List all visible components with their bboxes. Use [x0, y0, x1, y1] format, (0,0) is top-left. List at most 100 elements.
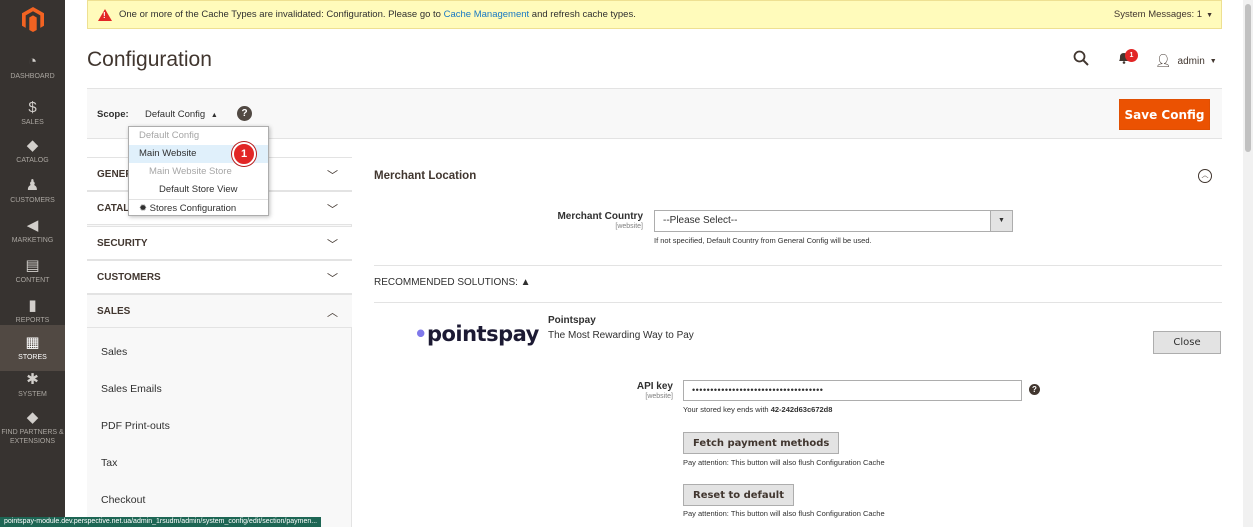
field-scope: [website] — [645, 393, 673, 400]
store-icon: ▦ — [25, 334, 40, 351]
message-text-before: One or more of the Cache Types are inval… — [119, 9, 444, 20]
gear-icon: ✱ — [26, 371, 39, 388]
message-text: One or more of the Cache Types are inval… — [119, 9, 636, 20]
scope-switcher[interactable]: Default Config ▲ — [145, 109, 218, 120]
scope-label: Scope: — [97, 109, 129, 120]
collapse-icon[interactable]: ︿ — [1198, 169, 1212, 183]
page-title: Configuration — [87, 48, 212, 71]
tab-label: SECURITY — [97, 238, 148, 249]
bar-chart-icon: ▮ — [28, 297, 37, 314]
scrollbar-thumb[interactable] — [1245, 4, 1251, 152]
save-config-button[interactable]: Save Config — [1119, 99, 1210, 130]
page-scrollbar[interactable] — [1243, 0, 1253, 527]
scope-option-main-website-store: Main Website Store — [149, 166, 232, 177]
api-key-input[interactable]: •••••••••••••••••••••••••••••••••••• — [683, 380, 1022, 401]
tab-item-tax[interactable]: Tax — [87, 445, 352, 482]
chevron-up-icon: ▲ — [210, 112, 218, 119]
stored-key-note: Your stored key ends with 42-242d63c672d… — [683, 405, 832, 414]
scope-dropdown: Default Config Main Website Main Website… — [128, 126, 269, 216]
section-title[interactable]: Merchant Location — [374, 170, 476, 182]
system-messages-toggle[interactable]: System Messages: 1 ▼ — [1114, 9, 1213, 20]
reset-to-default-button[interactable]: Reset to default — [683, 484, 794, 506]
dollar-icon: $ — [28, 99, 37, 116]
nav-label: CUSTOMERS — [10, 197, 55, 204]
tab-item-sales[interactable]: Sales — [87, 334, 352, 371]
admin-user-menu[interactable]: 👤︎ admin ▼ — [1155, 53, 1217, 69]
nav-label: CONTENT — [15, 277, 50, 284]
nav-label: CATALOG — [16, 157, 49, 164]
merchant-country-note: If not specified, Default Country from G… — [654, 236, 872, 245]
chevron-up-icon: ︿ — [327, 307, 338, 319]
nav-find-partners[interactable]: ◆ FIND PARTNERS & EXTENSIONS — [0, 404, 65, 450]
help-icon[interactable]: ? — [237, 106, 252, 121]
stored-key-suffix: 42-242d63c672d8 — [770, 405, 833, 414]
cache-management-link[interactable]: Cache Management — [444, 9, 530, 20]
recommended-solutions-toggle[interactable]: RECOMMENDED SOLUTIONS: ▲ — [374, 277, 531, 288]
tab-sales[interactable]: SALES ︿ — [87, 294, 352, 328]
nav-dashboard[interactable]: ◔ DASHBOARD — [0, 44, 65, 90]
megaphone-icon: ◀ — [26, 217, 39, 234]
chevron-down-icon: ﹀ — [327, 239, 338, 251]
nav-label: REPORTS — [15, 317, 50, 324]
scope-option-stores-configuration[interactable]: ✹︎ Stores Configuration — [129, 199, 268, 217]
stored-key-prefix: Your stored key ends with — [683, 405, 771, 414]
fetch-payment-methods-button[interactable]: Fetch payment methods — [683, 432, 840, 454]
warning-icon — [98, 8, 112, 21]
pointspay-logo: •pointspay — [414, 322, 539, 346]
step-marker-badge: 1 — [232, 142, 256, 166]
chevron-down-icon: ▼ — [1206, 12, 1213, 19]
logo-text: pointspay — [426, 322, 539, 346]
pointspay-tagline: The Most Rewarding Way to Pay — [548, 330, 694, 341]
chevron-down-icon: ﹀ — [327, 204, 338, 216]
nav-label: MARKETING — [11, 237, 54, 244]
admin-username: admin — [1177, 55, 1205, 67]
admin-sidebar: ◔ DASHBOARD $ SALES ◆ CATALOG ♟ CUSTOMERS ◀ M… — [0, 0, 65, 527]
chevron-down-icon: ﹀ — [327, 170, 338, 182]
tab-security[interactable]: SECURITY ﹀ — [87, 226, 352, 260]
nav-label: SALES — [21, 119, 44, 126]
tab-item-sales-emails[interactable]: Sales Emails — [87, 371, 352, 408]
message-text-after: and refresh cache types. — [529, 9, 636, 20]
field-label-text: Merchant Country — [557, 211, 643, 222]
scope-value: Default Config — [145, 109, 206, 120]
person-icon: ♟ — [25, 177, 40, 194]
merchant-country-label: Merchant Country [website] — [540, 211, 643, 230]
field-scope: [website] — [615, 223, 643, 230]
system-messages-label: System Messages: 1 — [1113, 9, 1203, 20]
browser-status-bar: pointspay-module.dev.perspective.net.ua/… — [0, 517, 322, 527]
search-icon[interactable] — [1073, 50, 1089, 66]
close-button[interactable]: Close — [1153, 331, 1221, 354]
tab-item-pdf-printouts[interactable]: PDF Print-outs — [87, 408, 352, 445]
nav-system[interactable]: ✱ SYSTEM — [0, 362, 65, 408]
tab-label: SALES — [97, 306, 131, 317]
nav-label: FIND PARTNERS & EXTENSIONS — [1, 428, 64, 445]
user-icon: 👤︎ — [1155, 53, 1172, 68]
chevron-down-icon: ▼ — [990, 211, 1012, 231]
cube-icon: ◆ — [26, 137, 39, 154]
api-key-label: API key [website] — [560, 381, 673, 400]
magento-logo-icon[interactable] — [0, 0, 65, 38]
stores-configuration-label: Stores Configuration — [149, 203, 237, 214]
chevron-down-icon: ﹀ — [327, 273, 338, 285]
divider — [374, 265, 1222, 266]
tab-item-checkout[interactable]: Checkout — [87, 482, 352, 519]
system-message-bar: One or more of the Cache Types are inval… — [87, 0, 1222, 29]
cube-icon: ◆ — [26, 408, 39, 426]
select-value: --Please Select-- — [663, 215, 738, 226]
scope-option-default-store-view[interactable]: Default Store View — [129, 181, 268, 199]
field-label-text: API key — [636, 381, 673, 392]
fetch-note: Pay attention: This button will also flu… — [683, 458, 885, 467]
tab-customers[interactable]: CUSTOMERS ﹀ — [87, 260, 352, 294]
nav-label: SYSTEM — [18, 391, 47, 398]
pointspay-name: Pointspay — [548, 315, 596, 326]
logo-dot: • — [414, 322, 427, 346]
divider — [374, 302, 1222, 303]
gear-icon: ✹︎ — [139, 203, 147, 214]
notifications-badge: 1 — [1125, 49, 1138, 62]
merchant-country-select[interactable]: --Please Select-- ▼ — [654, 210, 1013, 232]
reset-note: Pay attention: This button will also flu… — [683, 509, 885, 518]
layout-icon: ▤ — [25, 257, 40, 274]
nav-label: STORES — [18, 354, 47, 361]
help-icon[interactable]: ? — [1029, 384, 1040, 395]
nav-label: DASHBOARD — [10, 73, 55, 80]
